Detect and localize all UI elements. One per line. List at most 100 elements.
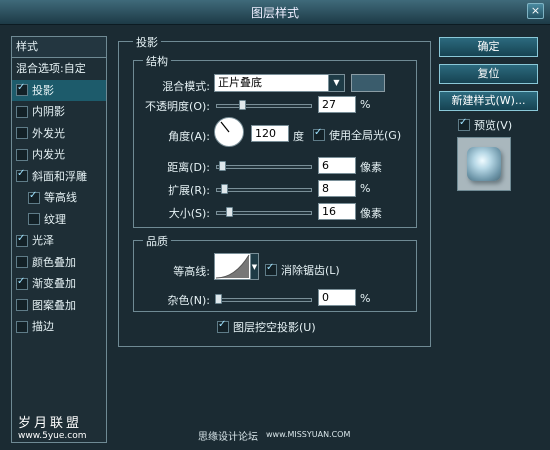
preview-label: 预览(V) [474,119,513,132]
global-light-label: 使用全局光(G) [329,129,402,142]
noise-slider[interactable] [215,294,312,304]
quality-title: 品质 [143,233,171,249]
angle-dial[interactable] [214,117,244,147]
style-item[interactable]: 描边 [12,316,106,338]
angle-label: 角度(A): [168,130,210,143]
spread-label: 扩展(R): [168,184,210,197]
style-item-label: 内发光 [32,148,65,162]
drop-shadow-title: 投影 [133,34,161,50]
styles-header: 样式 [12,37,106,58]
style-item-label: 投影 [32,83,54,97]
blend-options-item[interactable]: 混合选项:自定 [12,58,106,80]
style-item[interactable]: 渐变叠加 [12,273,106,295]
size-unit: 像素 [360,207,382,220]
style-item-label: 等高线 [44,191,77,205]
distance-slider[interactable] [216,161,312,171]
reset-button[interactable]: 复位 [439,64,538,84]
preview-thumbnail [457,137,511,191]
global-light-option[interactable]: 使用全局光(G) [313,127,401,143]
style-item-checkbox[interactable] [16,148,28,161]
style-item-label: 光泽 [32,234,54,248]
shadow-color-swatch[interactable] [351,74,385,92]
noise-slider-thumb[interactable] [215,294,222,304]
size-slider[interactable] [216,207,312,217]
style-item[interactable]: 内发光 [12,144,106,166]
knockout-option[interactable]: 图层挖空投影(U) [217,319,316,335]
structure-title: 结构 [143,53,171,69]
blend-mode-value: 正片叠底 [218,76,262,89]
style-item[interactable]: 颜色叠加 [12,252,106,274]
spread-slider-thumb[interactable] [221,184,228,194]
style-item-checkbox[interactable] [16,299,28,312]
style-item-checkbox[interactable] [28,190,40,204]
style-item-checkbox[interactable] [16,320,28,333]
knockout-checkbox[interactable] [217,319,229,333]
spread-slider[interactable] [216,184,312,194]
style-item-label: 渐变叠加 [32,277,76,291]
close-button[interactable]: × [527,3,544,19]
style-item-checkbox[interactable] [28,213,40,226]
distance-slider-thumb[interactable] [219,161,226,171]
preview-option[interactable]: 预览(V) [458,117,512,133]
noise-unit: % [360,292,371,305]
style-item-checkbox[interactable] [16,233,28,247]
global-light-checkbox[interactable] [313,127,325,141]
style-item-checkbox[interactable] [16,256,28,269]
noise-label: 杂色(N): [167,294,210,307]
styles-panel: 样式 混合选项:自定 投影内阴影外发光内发光斜面和浮雕等高线纹理光泽颜色叠加渐变… [11,36,107,443]
style-item[interactable]: 图案叠加 [12,295,106,317]
angle-input[interactable]: 120 [251,125,289,142]
window-title: 图层样式 [250,6,299,20]
angle-unit: 度 [293,130,304,143]
noise-input[interactable]: 0 [318,289,356,306]
style-item-label: 内阴影 [32,105,65,119]
style-item-label: 纹理 [44,212,66,226]
style-item-label: 外发光 [32,126,65,140]
style-item-checkbox[interactable] [16,276,28,290]
new-style-button[interactable]: 新建样式(W)... [439,91,538,111]
size-input[interactable]: 16 [318,203,356,220]
style-item-checkbox[interactable] [16,168,28,183]
style-item-checkbox[interactable] [16,82,28,97]
style-item[interactable]: 等高线 [12,187,106,209]
preview-checkbox[interactable] [458,117,470,131]
style-item[interactable]: 纹理 [12,209,106,231]
style-item-label: 颜色叠加 [32,255,76,269]
distance-unit: 像素 [360,161,382,174]
opacity-label: 不透明度(O): [145,100,210,113]
preview-swatch [467,147,501,181]
knockout-label: 图层挖空投影(U) [233,321,316,334]
watermark-center: 思缘设计论坛 [198,432,258,443]
watermark-center-url: www.MISSYUAN.COM [266,430,351,439]
style-item-checkbox[interactable] [16,127,28,140]
style-item[interactable]: 外发光 [12,123,106,145]
spread-unit: % [360,182,371,195]
contour-picker[interactable] [214,253,251,280]
opacity-input[interactable]: 27 [318,96,356,113]
size-slider-thumb[interactable] [226,207,233,217]
ok-button[interactable]: 确定 [439,37,538,57]
opacity-slider-thumb[interactable] [239,100,246,110]
style-item-label: 斜面和浮雕 [32,169,87,183]
style-item-checkbox[interactable] [16,105,28,118]
spread-input[interactable]: 8 [318,180,356,197]
size-label: 大小(S): [168,207,210,220]
blend-mode-select[interactable]: 正片叠底 ▼ [214,74,345,92]
style-item[interactable]: 光泽 [12,230,106,252]
style-item[interactable]: 内阴影 [12,101,106,123]
style-item-label: 图案叠加 [32,298,76,312]
watermark-left-url: www.5yue.com [18,431,87,441]
contour-dropdown-icon[interactable]: ▼ [251,253,259,280]
contour-label: 等高线: [173,265,210,278]
layer-style-dialog: 图层样式 × 样式 混合选项:自定 投影内阴影外发光内发光斜面和浮雕等高线纹理光… [0,0,550,450]
style-item-label: 描边 [32,320,54,334]
opacity-unit: % [360,98,371,111]
distance-input[interactable]: 6 [318,157,356,174]
anti-alias-checkbox[interactable] [265,262,277,276]
opacity-slider[interactable] [216,100,312,110]
style-item[interactable]: 投影 [12,79,106,101]
style-item[interactable]: 斜面和浮雕 [12,166,106,188]
anti-alias-option[interactable]: 消除锯齿(L) [265,262,340,278]
distance-label: 距离(D): [167,161,210,174]
watermark-left-title: 岁月联盟 [18,416,83,431]
